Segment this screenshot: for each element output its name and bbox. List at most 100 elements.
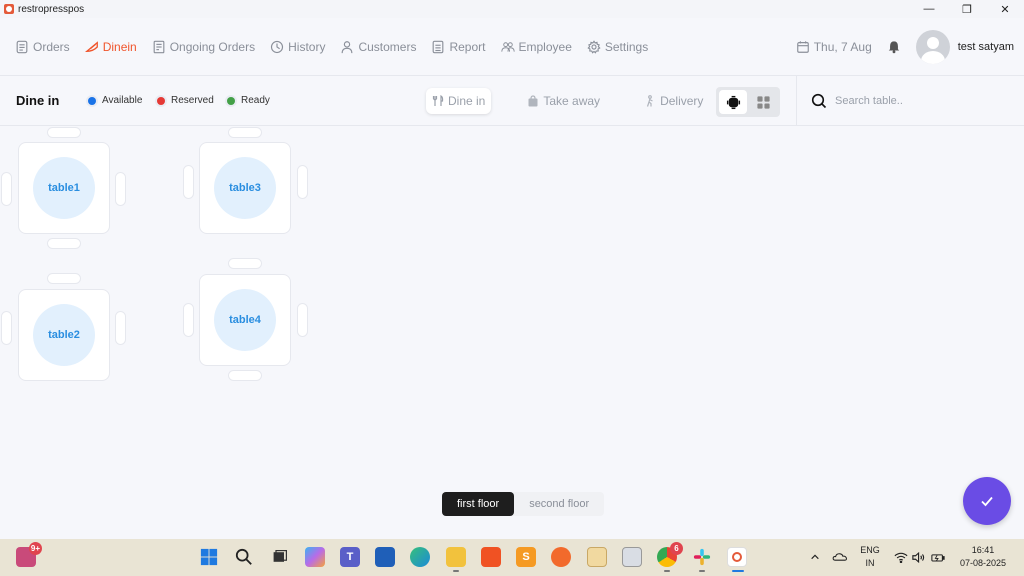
nav-item-customers[interactable]: Customers	[340, 18, 416, 76]
nav-item-settings[interactable]: Settings	[587, 18, 648, 76]
ready-dot-icon	[227, 96, 235, 105]
edge-icon[interactable]	[410, 547, 430, 567]
ongoing-orders-icon	[152, 40, 166, 54]
report-icon	[431, 40, 445, 54]
tab-dine-in[interactable]: Dine in	[426, 88, 492, 114]
nav-item-orders[interactable]: Orders	[15, 18, 70, 76]
chrome-badge: 6	[670, 542, 683, 555]
grid-view-button[interactable]	[749, 90, 777, 114]
legend-ready: Ready	[227, 95, 270, 106]
tab-take-away[interactable]: Take away	[521, 88, 606, 114]
search-taskbar-icon[interactable]	[234, 547, 254, 567]
start-menu-icon[interactable]	[199, 547, 219, 567]
battery-icon[interactable]	[928, 547, 948, 567]
table-name: table4	[214, 289, 276, 351]
confirm-button[interactable]	[963, 477, 1011, 525]
wifi-icon[interactable]	[891, 547, 911, 567]
dinein-icon	[84, 40, 99, 54]
active-indicator	[732, 570, 744, 572]
table-name: table2	[33, 304, 95, 366]
second-floor-button[interactable]: second floor	[514, 492, 604, 516]
search-input[interactable]	[835, 95, 985, 107]
chair	[228, 258, 262, 269]
chair	[1, 172, 12, 206]
legend-label: Available	[102, 95, 143, 106]
table-name: table1	[33, 157, 95, 219]
chair	[115, 172, 126, 206]
volume-icon[interactable]	[909, 547, 929, 567]
floor-plan: table1 table3 table2 table4	[0, 127, 1024, 539]
chrome-icon[interactable]: 6	[657, 542, 683, 567]
nav-label-employee: Employee	[518, 39, 572, 54]
window-controls: — ❐ ✕	[910, 0, 1024, 18]
file-explorer-icon[interactable]	[446, 547, 466, 567]
notification-bell-icon[interactable]	[886, 39, 902, 55]
teams-icon[interactable]: T	[340, 547, 360, 567]
floor-switch: first floor second floor	[442, 492, 605, 516]
legend-label: Ready	[241, 95, 270, 106]
restropresspos-taskbar-icon[interactable]	[727, 547, 747, 567]
header-right: Thu, 7 Aug test satyam	[796, 18, 1014, 76]
firefox-icon[interactable]	[551, 547, 571, 567]
running-indicator	[664, 570, 670, 572]
chair	[1, 311, 12, 345]
top-navigation: Orders Dinein Ongoing Orders History Cus…	[0, 18, 1024, 76]
legend-label: Reserved	[171, 95, 214, 106]
user-avatar[interactable]	[915, 30, 950, 64]
legend-available: Available	[88, 95, 142, 106]
first-floor-button[interactable]: first floor	[442, 492, 515, 516]
brave-icon[interactable]	[481, 547, 501, 567]
nav-item-dinein[interactable]: Dinein	[84, 18, 137, 76]
region-text: IN	[865, 558, 875, 568]
chair	[297, 303, 308, 337]
copilot-icon[interactable]	[305, 547, 325, 567]
chair	[183, 303, 194, 337]
slack-icon[interactable]	[692, 547, 712, 567]
order-type-tabs: Dine in Take away Delivery	[426, 88, 709, 114]
nav-item-employee[interactable]: Employee	[500, 18, 572, 76]
available-dot-icon	[88, 96, 96, 105]
floor-view-button[interactable]	[719, 90, 747, 114]
nav-item-report[interactable]: Report	[431, 18, 486, 76]
table-card[interactable]: table4	[180, 258, 310, 383]
table-surface: table3	[199, 142, 291, 234]
tab-delivery[interactable]: Delivery	[638, 88, 709, 114]
language-indicator[interactable]: ENG IN	[858, 544, 882, 570]
close-button[interactable]: ✕	[986, 0, 1024, 18]
chair	[115, 311, 126, 345]
running-indicator	[699, 570, 705, 572]
table-card[interactable]: table2	[0, 273, 130, 383]
system-clock[interactable]: 16:41 07-08-2025	[958, 544, 1008, 570]
check-icon	[981, 496, 993, 507]
nav-item-ongoing-orders[interactable]: Ongoing Orders	[152, 18, 255, 76]
customers-icon	[340, 40, 354, 54]
store-icon[interactable]	[375, 547, 395, 567]
nav-label-settings: Settings	[604, 39, 649, 54]
nav-item-history[interactable]: History	[270, 18, 325, 76]
maximize-button[interactable]: ❐	[948, 0, 986, 18]
chair	[228, 127, 262, 138]
onedrive-icon[interactable]	[830, 547, 850, 567]
nav-label-history: History	[288, 39, 326, 54]
tray-chevron-up-icon[interactable]	[805, 547, 825, 567]
chair	[47, 273, 81, 284]
widgets-icon[interactable]: 9+	[16, 542, 42, 567]
employee-icon	[500, 40, 515, 54]
table-layout-icon	[726, 95, 740, 109]
app-logo-icon	[4, 4, 14, 14]
date-display: Thu, 7 Aug	[796, 40, 872, 54]
reserved-dot-icon	[157, 96, 165, 105]
tab-label: Dine in	[448, 94, 486, 108]
table-surface: table1	[18, 142, 110, 234]
notes-icon[interactable]	[587, 547, 607, 567]
user-name[interactable]: test satyam	[958, 41, 1014, 53]
table-card[interactable]: table1	[0, 127, 130, 252]
photos-icon[interactable]	[622, 547, 642, 567]
task-view-icon[interactable]	[270, 547, 290, 567]
table-card[interactable]: table3	[180, 127, 310, 252]
sublime-icon[interactable]: S	[516, 547, 536, 567]
history-icon	[270, 40, 284, 54]
tab-label: Take away	[543, 94, 601, 108]
clock-time: 16:41	[971, 545, 995, 555]
minimize-button[interactable]: —	[910, 0, 948, 18]
